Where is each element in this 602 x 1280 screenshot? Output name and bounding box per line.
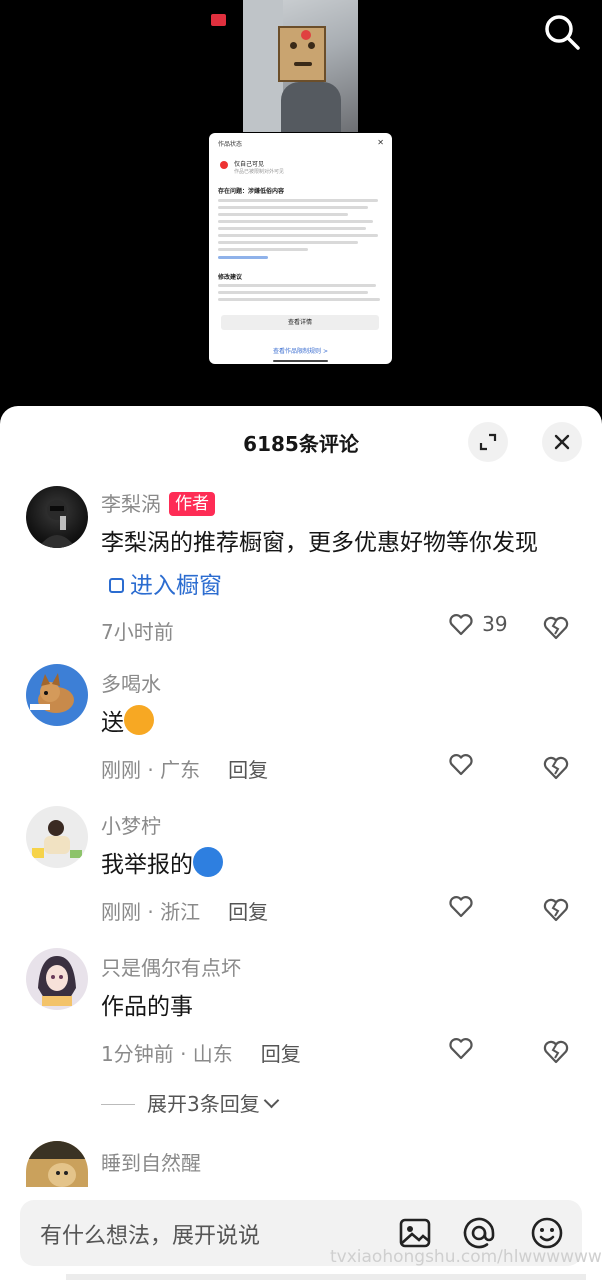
- image-button[interactable]: [398, 1216, 432, 1250]
- heart-icon: [449, 614, 473, 636]
- author-badge: 作者: [169, 492, 215, 516]
- avatar[interactable]: [26, 948, 88, 1010]
- username[interactable]: 小梦柠: [101, 810, 161, 839]
- dislike-icon: [543, 616, 569, 640]
- status-label: 仅自己可见: [234, 161, 265, 168]
- image-icon: [399, 1218, 431, 1248]
- emoji-icon: [531, 1217, 563, 1249]
- cold-face-emoji-icon: [193, 847, 223, 877]
- expand-replies-button[interactable]: 展开3条回复: [101, 1088, 280, 1117]
- issue-heading: 存在问题：涉嫌低俗内容: [218, 188, 285, 195]
- at-icon: [463, 1217, 495, 1249]
- comments-panel: 6185条评论 李梨涡 作者 李梨涡的推荐橱窗，更多优惠好物等你发现进入橱窗 7小…: [0, 406, 602, 1280]
- comment-meta: 7小时前: [101, 620, 174, 644]
- avatar[interactable]: [26, 806, 88, 868]
- like-button[interactable]: [447, 1034, 475, 1066]
- expand-button[interactable]: [468, 422, 508, 462]
- record-icon: [211, 14, 226, 26]
- rules-link[interactable]: 查看作品限制规则 >: [209, 346, 392, 355]
- comment-meta: 刚刚 · 广东 回复: [101, 758, 269, 782]
- comment-text: 李梨涡的推荐橱窗，更多优惠好物等你发现进入橱窗: [101, 530, 538, 599]
- close-icon: [554, 434, 570, 450]
- search-button[interactable]: [540, 10, 584, 54]
- video-area[interactable]: 作品状态 ✕ 仅自己可见 作品已被限制对外可见 存在问题：涉嫌低俗内容 修改建议…: [0, 0, 602, 408]
- dislike-button[interactable]: [541, 752, 571, 782]
- popup-close-icon[interactable]: ✕: [377, 138, 384, 147]
- dislike-icon: [543, 756, 569, 780]
- comment-text: 送: [101, 702, 561, 745]
- mention-button[interactable]: [462, 1216, 496, 1250]
- username[interactable]: 睡到自然醒: [101, 1147, 201, 1176]
- chevron-down-icon: [263, 1092, 280, 1109]
- comment-text: 我举报的: [101, 844, 561, 887]
- avatar[interactable]: [26, 1141, 88, 1187]
- dislike-button[interactable]: [541, 894, 571, 924]
- like-button[interactable]: 39: [447, 610, 508, 642]
- comment-input[interactable]: 有什么想法，展开说说: [40, 1218, 260, 1250]
- like-button[interactable]: [447, 750, 475, 782]
- comment-text: 作品的事: [101, 994, 193, 1020]
- reply-button[interactable]: 回复: [261, 1042, 301, 1066]
- heart-icon: [449, 896, 473, 918]
- avatar[interactable]: [26, 486, 88, 548]
- reply-button[interactable]: 回复: [228, 900, 268, 924]
- status-box: 仅自己可见 作品已被限制对外可见: [218, 157, 383, 177]
- emoji-button[interactable]: [530, 1216, 564, 1250]
- advice-heading: 修改建议: [218, 274, 243, 281]
- close-button[interactable]: [542, 422, 582, 462]
- comments-count-title: 6185条评论: [243, 432, 359, 456]
- reply-button[interactable]: 回复: [228, 758, 268, 782]
- dislike-button[interactable]: [541, 1036, 571, 1066]
- store-icon: [109, 578, 124, 593]
- warning-icon: [220, 161, 228, 169]
- like-button[interactable]: [447, 892, 475, 924]
- heart-icon: [449, 1038, 473, 1060]
- work-status-popup: 作品状态 ✕ 仅自己可见 作品已被限制对外可见 存在问题：涉嫌低俗内容 修改建议…: [209, 133, 392, 364]
- comment-meta: 1分钟前 · 山东 回复: [101, 1042, 301, 1066]
- dislike-icon: [543, 898, 569, 922]
- username[interactable]: 只是偶尔有点坏: [101, 952, 241, 981]
- username[interactable]: 多喝水: [101, 668, 161, 697]
- heart-icon: [449, 754, 473, 776]
- avatar[interactable]: [26, 664, 88, 726]
- watermark: tvxiaohongshu.com/hlwwwwww: [330, 1247, 602, 1267]
- expand-icon: [479, 433, 497, 451]
- wink-emoji-icon: [124, 705, 154, 735]
- dislike-icon: [543, 1040, 569, 1064]
- dislike-button[interactable]: [541, 612, 571, 642]
- popup-title: 作品状态: [218, 141, 243, 148]
- comment-meta: 刚刚 · 浙江 回复: [101, 900, 269, 924]
- like-count: 39: [482, 612, 508, 636]
- bottom-strip: [66, 1274, 586, 1280]
- video-frame: [243, 0, 358, 132]
- view-details-button[interactable]: 查看详情: [221, 315, 379, 330]
- search-icon: [545, 15, 580, 50]
- status-sub: 作品已被限制对外可见: [234, 169, 285, 175]
- username[interactable]: 李梨涡 作者: [101, 488, 215, 517]
- store-link[interactable]: 进入橱窗: [101, 573, 222, 599]
